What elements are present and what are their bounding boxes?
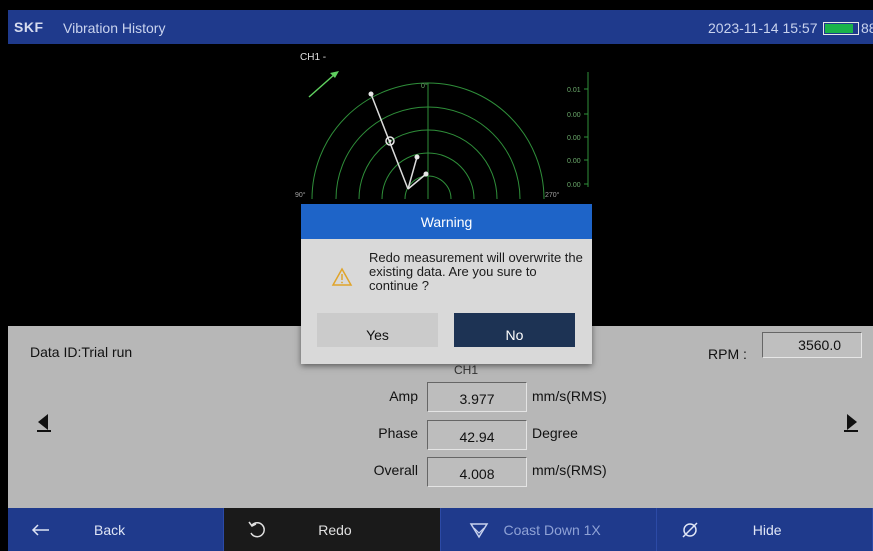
amp-value: 3.977 (427, 382, 527, 412)
angle-label-top: 0° (421, 82, 428, 90)
warning-dialog: Warning Redo measurement will overwrite … (301, 204, 592, 364)
hide-icon (682, 522, 698, 538)
angle-label-right: 270° (545, 191, 560, 199)
overall-unit: mm/s(RMS) (532, 462, 607, 478)
back-arrow-icon (31, 524, 49, 536)
phase-unit: Degree (532, 425, 578, 441)
redo-icon (248, 521, 266, 538)
vector-line (407, 156, 418, 190)
no-button[interactable]: No (454, 313, 575, 347)
back-label: Back (94, 522, 126, 538)
phase-label: Phase (378, 425, 418, 441)
channel-label: CH1 - (300, 52, 326, 63)
battery-percent: 88% (861, 20, 873, 36)
scale-label: 0.00 (567, 135, 581, 142)
amp-unit: mm/s(RMS) (532, 388, 607, 404)
coast-down-button[interactable]: Coast Down 1X (440, 508, 657, 551)
bottom-toolbar: Back Redo Coast Down 1X Hide (8, 508, 873, 551)
dialog-title: Warning (301, 204, 592, 239)
rpm-value[interactable]: 3560.0 (762, 332, 862, 358)
hide-label: Hide (752, 522, 782, 538)
redo-button[interactable]: Redo (224, 508, 441, 551)
battery-icon (823, 22, 859, 35)
overall-label: Overall (373, 462, 418, 478)
polar-grid (311, 82, 545, 200)
datetime: 2023-11-14 15:57 (708, 20, 818, 36)
title-bar: SKF Vibration History 2023-11-14 15:57 8… (8, 10, 873, 44)
vibration-vectors (370, 93, 427, 190)
coast-down-label: Coast Down 1X (503, 522, 601, 538)
vector-point (388, 139, 392, 143)
rpm-label: RPM : (708, 346, 747, 362)
hide-button[interactable]: Hide (656, 508, 873, 551)
brand-logo: SKF (14, 19, 44, 35)
phase-value: 42.94 (427, 420, 527, 450)
scale-label: 0.01 (567, 87, 581, 94)
channel-arrow (308, 73, 336, 98)
left-arrow-icon[interactable] (34, 412, 54, 432)
dialog-body: Redo measurement will overwrite the exis… (301, 239, 592, 311)
yes-button[interactable]: Yes (317, 313, 438, 347)
vector-point (414, 154, 420, 160)
data-id: Data ID:Trial run (30, 344, 133, 360)
scale-label: 0.00 (567, 158, 581, 165)
coast-down-icon (469, 523, 488, 539)
scale-label: 0.00 (567, 112, 581, 119)
right-arrow-icon[interactable] (841, 412, 861, 432)
back-button[interactable]: Back (8, 508, 225, 551)
battery-fill (825, 24, 854, 33)
dialog-message: Redo measurement will overwrite the exis… (369, 250, 583, 293)
warning-icon (331, 267, 353, 286)
angle-label-left: 90° (295, 191, 306, 199)
channel-heading: CH1 (454, 363, 479, 377)
amplitude-scale: 0.01 0.00 0.00 0.00 0.00 (567, 72, 589, 189)
overall-value: 4.008 (427, 457, 527, 487)
vector-point (423, 171, 429, 177)
amp-label: Amp (389, 388, 418, 404)
redo-label: Redo (318, 522, 352, 538)
page-title: Vibration History (63, 20, 166, 36)
scale-label: 0.00 (567, 182, 581, 189)
vector-point (368, 91, 374, 97)
